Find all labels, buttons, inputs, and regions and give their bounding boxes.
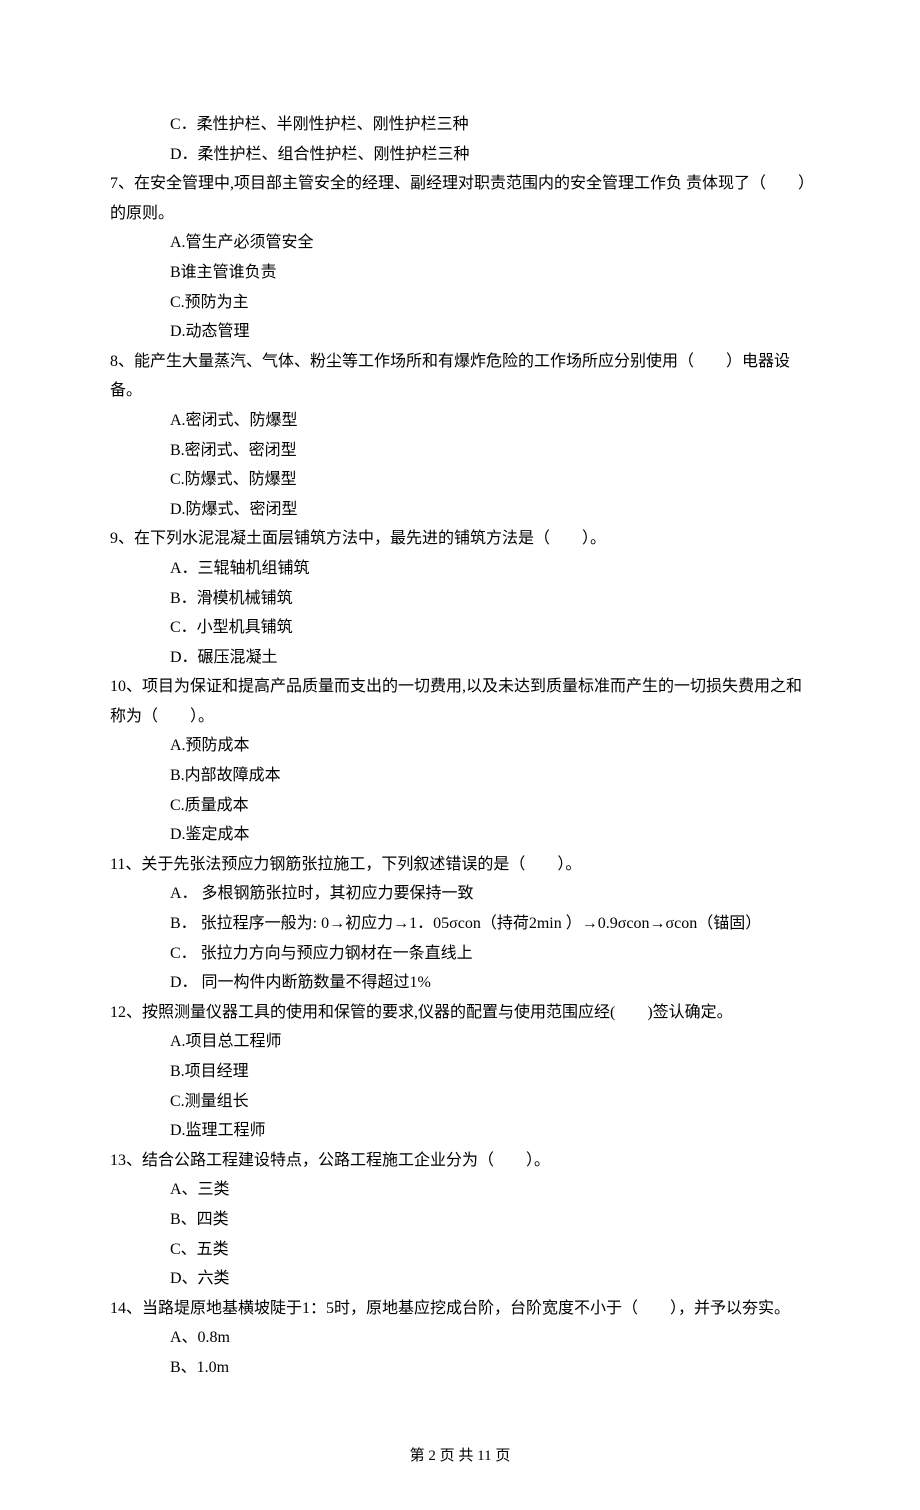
q12-text: 12、按照测量仪器工具的使用和保管的要求,仪器的配置与使用范围应经( )签认确定… [110,998,810,1028]
q7-option-d: D.动态管理 [110,317,810,347]
q13-option-d: D、六类 [110,1264,810,1294]
q14-option-b: B、1.0m [110,1353,810,1383]
q12-option-d: D.监理工程师 [110,1116,810,1146]
q8-option-a: A.密闭式、防爆型 [110,406,810,436]
q10-option-a: A.预防成本 [110,731,810,761]
page-footer: 第 2 页 共 11 页 [110,1443,810,1471]
q11-option-b: B． 张拉程序一般为: 0→初应力→1．05σcon（持荷2min ）→0.9σ… [110,909,810,939]
q7-option-b: B谁主管谁负责 [110,258,810,288]
q10-option-d: D.鉴定成本 [110,820,810,850]
q6-option-d: D．柔性护栏、组合性护栏、刚性护栏三种 [110,140,810,170]
q8-text: 8、能产生大量蒸汽、气体、粉尘等工作场所和有爆炸危险的工作场所应分别使用（ ）电… [110,347,810,406]
q13-text: 13、结合公路工程建设特点，公路工程施工企业分为（ ）。 [110,1146,810,1176]
q8-option-d: D.防爆式、密闭型 [110,495,810,525]
q13-option-a: A、三类 [110,1175,810,1205]
q8-option-b: B.密闭式、密闭型 [110,436,810,466]
q12-option-b: B.项目经理 [110,1057,810,1087]
q13-option-b: B、四类 [110,1205,810,1235]
q13-option-c: C、五类 [110,1235,810,1265]
q12-option-c: C.测量组长 [110,1087,810,1117]
q12-option-a: A.项目总工程师 [110,1027,810,1057]
q9-option-b: B．滑模机械铺筑 [110,584,810,614]
q7-option-c: C.预防为主 [110,288,810,318]
q11-option-a: A． 多根钢筋张拉时，其初应力要保持一致 [110,879,810,909]
q7-option-a: A.管生产必须管安全 [110,228,810,258]
q11-option-c: C． 张拉力方向与预应力钢材在一条直线上 [110,939,810,969]
q6-option-c: C．柔性护栏、半刚性护栏、刚性护栏三种 [110,110,810,140]
q14-text: 14、当路堤原地基横坡陡于1：5时，原地基应挖成台阶，台阶宽度不小于（ ），并予… [110,1294,810,1324]
q8-option-c: C.防爆式、防爆型 [110,465,810,495]
q14-option-a: A、0.8m [110,1323,810,1353]
q10-option-c: C.质量成本 [110,791,810,821]
q7-text: 7、在安全管理中,项目部主管安全的经理、副经理对职责范围内的安全管理工作负 责体… [110,169,810,228]
q11-text: 11、关于先张法预应力钢筋张拉施工，下列叙述错误的是（ ）。 [110,850,810,880]
q11-option-d: D． 同一构件内断筋数量不得超过1% [110,968,810,998]
q9-option-d: D．碾压混凝土 [110,643,810,673]
q10-text: 10、项目为保证和提高产品质量而支出的一切费用,以及未达到质量标准而产生的一切损… [110,672,810,731]
q9-option-a: A．三辊轴机组铺筑 [110,554,810,584]
q9-option-c: C．小型机具铺筑 [110,613,810,643]
q10-option-b: B.内部故障成本 [110,761,810,791]
q9-text: 9、在下列水泥混凝土面层铺筑方法中，最先进的铺筑方法是（ ）。 [110,524,810,554]
